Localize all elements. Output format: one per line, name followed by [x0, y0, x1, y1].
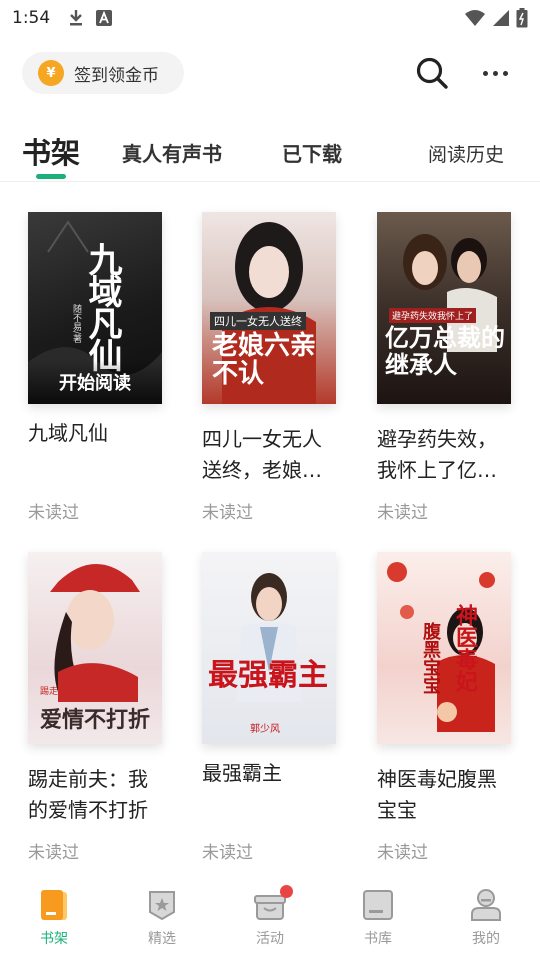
book-title: 最强霸主 [202, 761, 282, 785]
bookshelf-icon [37, 888, 71, 922]
book-cover[interactable]: 避孕药失效我怀上了 亿万总裁的继承人 [377, 212, 511, 404]
gift-icon [253, 885, 293, 922]
bookshelf-page: 1:54 ¥ 签到领金币 书架 真人有声书 已下载 阅读历史 九域凡仙 随不易/… [0, 0, 540, 960]
profile-icon [469, 888, 503, 922]
cover-author: 随不易/著 [71, 304, 81, 344]
book-title-line-1: 神医毒妃腹黑 [377, 767, 497, 791]
book-title-line-1: 踢走前夫：我 [28, 767, 148, 791]
cover-art [387, 562, 495, 732]
start-reading-button[interactable]: 开始阅读 [28, 360, 162, 404]
more-dot [492, 70, 498, 76]
bottom-navigation: 书架 精选 活动 书库 我的 [0, 880, 540, 960]
cover-subtitle: 踢走前夫 [40, 687, 77, 697]
book-cover[interactable]: 神医毒妃 腹黑宝宝 [377, 552, 511, 744]
shelf-tabs: 书架 真人有声书 已下载 阅读历史 [0, 128, 540, 182]
book-read-status: 未读过 [377, 503, 428, 523]
cover-subtitle: 避孕药失效我怀上了 [389, 308, 477, 323]
nav-label: 精选 [148, 931, 176, 947]
library-icon [361, 888, 395, 922]
cover-title: 九域凡仙 [82, 242, 122, 370]
nav-activity[interactable]: 活动 [216, 880, 324, 960]
download-icon [70, 10, 83, 26]
more-dot [502, 70, 508, 76]
book-cover[interactable]: 踢走前夫 爱情不打折 [28, 552, 162, 744]
font-icon [96, 10, 113, 26]
tab-downloaded[interactable]: 已下载 [282, 138, 342, 167]
book-title-line-1: 四儿一女无人 [202, 427, 322, 451]
book-read-status: 未读过 [202, 843, 253, 863]
nav-label: 活动 [256, 931, 284, 947]
cover-author: 郭少风 [250, 724, 280, 735]
book-title-line-2: 我怀上了亿… [377, 458, 497, 482]
book-cover[interactable]: 最强霸主 郭少风 [202, 552, 336, 744]
nav-profile[interactable]: 我的 [432, 880, 540, 960]
book-cover[interactable]: 四儿一女无人送终 老娘六亲不认 [202, 212, 336, 404]
checkin-label: 签到领金币 [74, 65, 159, 86]
tab-indicator [36, 174, 66, 179]
search-button[interactable] [414, 55, 450, 91]
search-icon [416, 57, 448, 89]
book-title-line-2: 宝宝 [377, 798, 417, 822]
cover-subtitle: 四儿一女无人送终 [210, 312, 306, 330]
cover-title: 老娘六亲不认 [212, 331, 317, 389]
cover-title: 亿万总裁的继承人 [385, 323, 505, 379]
book-cover[interactable]: 九域凡仙 随不易/著 开始阅读 [28, 212, 162, 404]
more-button[interactable] [478, 60, 512, 86]
cover-title: 爱情不打折 [40, 707, 151, 733]
wifi-icon [465, 10, 485, 26]
battery-icon [516, 8, 528, 28]
tab-bookshelf[interactable]: 书架 [22, 130, 80, 172]
book-title: 九域凡仙 [28, 421, 108, 445]
nav-label: 书架 [40, 931, 68, 947]
nav-label: 我的 [472, 931, 500, 947]
nav-library[interactable]: 书库 [324, 880, 432, 960]
featured-icon [145, 888, 179, 922]
checkin-button[interactable]: ¥ 签到领金币 [22, 52, 184, 94]
cover-title: 神医毒妃 [452, 604, 478, 692]
more-dot [482, 70, 488, 76]
nav-label: 书库 [364, 931, 392, 947]
nav-featured[interactable]: 精选 [108, 880, 216, 960]
book-read-status: 未读过 [28, 503, 79, 523]
book-title-line-2: 的爱情不打折 [28, 798, 148, 822]
book-title-line-2: 送终，老娘… [202, 458, 322, 482]
tab-audiobooks[interactable]: 真人有声书 [122, 138, 222, 167]
signal-icon [493, 10, 509, 26]
book-read-status: 未读过 [377, 843, 428, 863]
book-title-line-1: 避孕药失效， [377, 427, 497, 451]
cover-subtitle: 腹黑宝宝 [420, 622, 441, 694]
tab-history[interactable]: 阅读历史 [428, 140, 504, 167]
status-time: 1:54 [12, 8, 51, 28]
cover-title: 最强霸主 [208, 658, 328, 693]
coin-icon: ¥ [38, 60, 64, 86]
status-bar: 1:54 [0, 0, 540, 36]
notification-badge [280, 885, 293, 898]
book-read-status: 未读过 [202, 503, 253, 523]
nav-bookshelf[interactable]: 书架 [0, 880, 108, 960]
book-read-status: 未读过 [28, 843, 79, 863]
cover-art [236, 573, 302, 702]
